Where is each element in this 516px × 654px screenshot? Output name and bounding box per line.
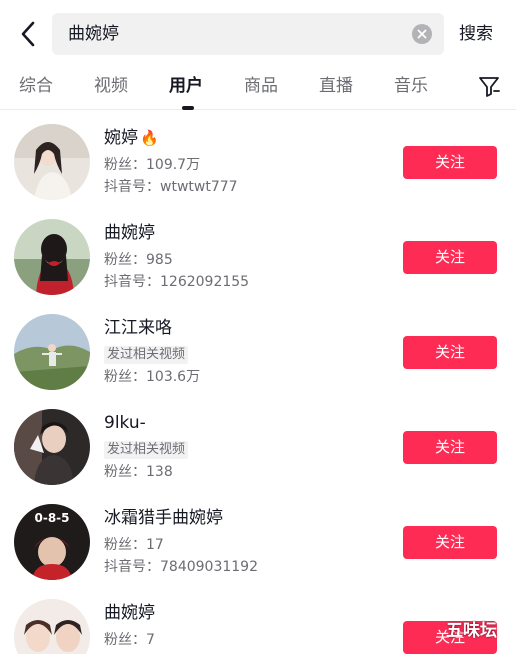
tab-videos[interactable]: 视频 [94, 74, 128, 98]
tab-music[interactable]: 音乐 [394, 74, 428, 98]
avatar[interactable] [14, 219, 90, 295]
tab-products[interactable]: 商品 [244, 74, 278, 98]
avatar[interactable] [14, 124, 90, 200]
user-row[interactable]: 0-8-5 冰霜猎手曲婉婷 粉丝：17 抖音号：78409031192 关注 [0, 493, 516, 588]
follow-button[interactable]: 关注 [403, 526, 497, 559]
user-name: 曲婉婷 [104, 223, 155, 243]
follow-button[interactable]: 关注 [403, 241, 497, 274]
user-row[interactable]: 江江来咯 发过相关视频 粉丝：103.6万 关注 [0, 303, 516, 398]
user-name: 江江来咯 [104, 318, 172, 338]
avatar-overlay-text: 0-8-5 [34, 511, 70, 525]
user-row[interactable]: 曲婉婷 粉丝：985 抖音号：1262092155 关注 [0, 208, 516, 303]
douyin-id: 抖音号：1262092155 [104, 274, 250, 290]
user-name: 曲婉婷 [104, 603, 155, 623]
user-name: 婉婷 🔥 [104, 128, 159, 148]
search-query-text: 曲婉婷 [68, 24, 119, 44]
avatar[interactable] [14, 599, 90, 654]
douyin-id: 抖音号：wtwtwt777 [104, 179, 238, 195]
user-name: 冰霜猎手曲婉婷 [104, 508, 223, 528]
search-header: 曲婉婷 搜索 [0, 0, 516, 66]
clear-search-button[interactable] [412, 24, 432, 44]
clear-icon [417, 29, 427, 39]
user-row[interactable]: 曲婉婷 粉丝：7 关注 [0, 588, 516, 654]
active-tab-indicator [182, 106, 194, 110]
fire-icon: 🔥 [140, 129, 159, 147]
follow-button[interactable]: 关注 [403, 146, 497, 179]
filter-button[interactable] [477, 73, 501, 99]
search-input[interactable]: 曲婉婷 [52, 13, 444, 55]
follower-count: 粉丝：985 [104, 252, 173, 268]
back-arrow-icon [21, 21, 35, 47]
related-video-badge: 发过相关视频 [104, 441, 189, 459]
user-name: 9lku- [104, 413, 146, 433]
tab-live[interactable]: 直播 [319, 74, 353, 98]
follower-count: 粉丝：138 [104, 464, 173, 480]
search-button[interactable]: 搜索 [459, 20, 493, 48]
category-tabs: 综合 视频 用户 商品 直播 音乐 [0, 66, 516, 110]
follower-count: 粉丝：103.6万 [104, 369, 201, 385]
follow-button[interactable]: 关注 [403, 336, 497, 369]
watermark: 五味坛 [446, 621, 497, 641]
follower-count: 粉丝：7 [104, 632, 155, 648]
tab-comprehensive[interactable]: 综合 [19, 74, 53, 98]
douyin-id: 抖音号：78409031192 [104, 559, 258, 575]
user-row[interactable]: 婉婷 🔥 粉丝：109.7万 抖音号：wtwtwt777 关注 [0, 113, 516, 208]
user-row[interactable]: 9lku- 发过相关视频 粉丝：138 关注 [0, 398, 516, 493]
follower-count: 粉丝：109.7万 [104, 157, 201, 173]
avatar[interactable] [14, 314, 90, 390]
follower-count: 粉丝：17 [104, 537, 164, 553]
back-button[interactable] [14, 18, 42, 50]
avatar[interactable] [14, 409, 90, 485]
avatar[interactable]: 0-8-5 [14, 504, 90, 580]
related-video-badge: 发过相关视频 [104, 346, 189, 364]
tab-users[interactable]: 用户 [169, 74, 203, 98]
filter-icon [479, 77, 500, 97]
follow-button[interactable]: 关注 [403, 431, 497, 464]
